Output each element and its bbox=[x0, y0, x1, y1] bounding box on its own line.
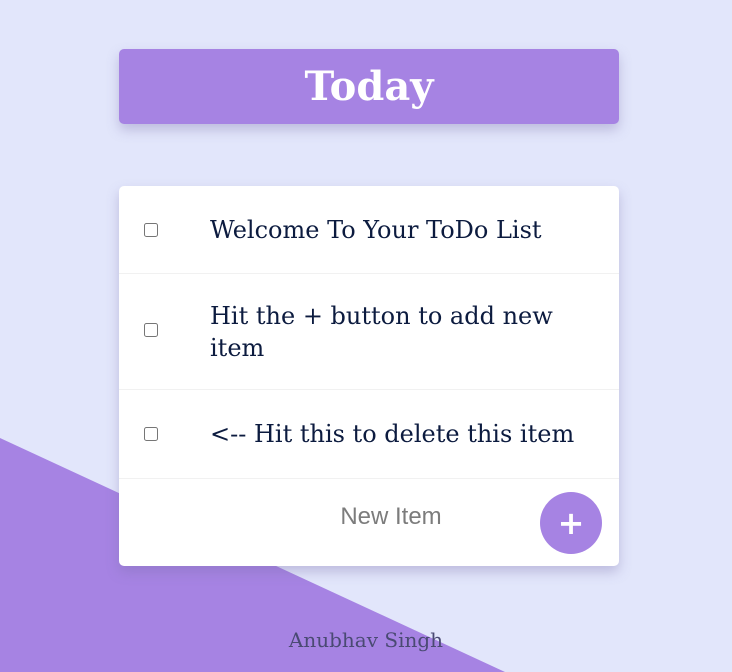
footer-credit: Anubhav Singh bbox=[288, 628, 444, 652]
list-item: Welcome To Your ToDo List bbox=[119, 186, 619, 274]
page-title: Today bbox=[304, 63, 434, 110]
list-item: <-- Hit this to delete this item bbox=[119, 390, 619, 479]
list-item: Hit the + button to add new item bbox=[119, 274, 619, 390]
item-text: Welcome To Your ToDo List bbox=[210, 216, 542, 244]
new-item-form: + bbox=[119, 479, 619, 566]
item-checkbox[interactable] bbox=[144, 223, 158, 237]
todo-list-card: Welcome To Your ToDo List Hit the + butt… bbox=[119, 186, 619, 566]
heading-box: Today bbox=[119, 49, 619, 124]
add-item-button[interactable]: + bbox=[540, 492, 602, 554]
item-checkbox[interactable] bbox=[144, 323, 158, 337]
new-item-input[interactable] bbox=[239, 499, 543, 535]
item-text: <-- Hit this to delete this item bbox=[210, 420, 575, 448]
plus-icon: + bbox=[557, 504, 585, 542]
item-checkbox[interactable] bbox=[144, 427, 158, 441]
item-text: Hit the + button to add new item bbox=[210, 302, 553, 362]
